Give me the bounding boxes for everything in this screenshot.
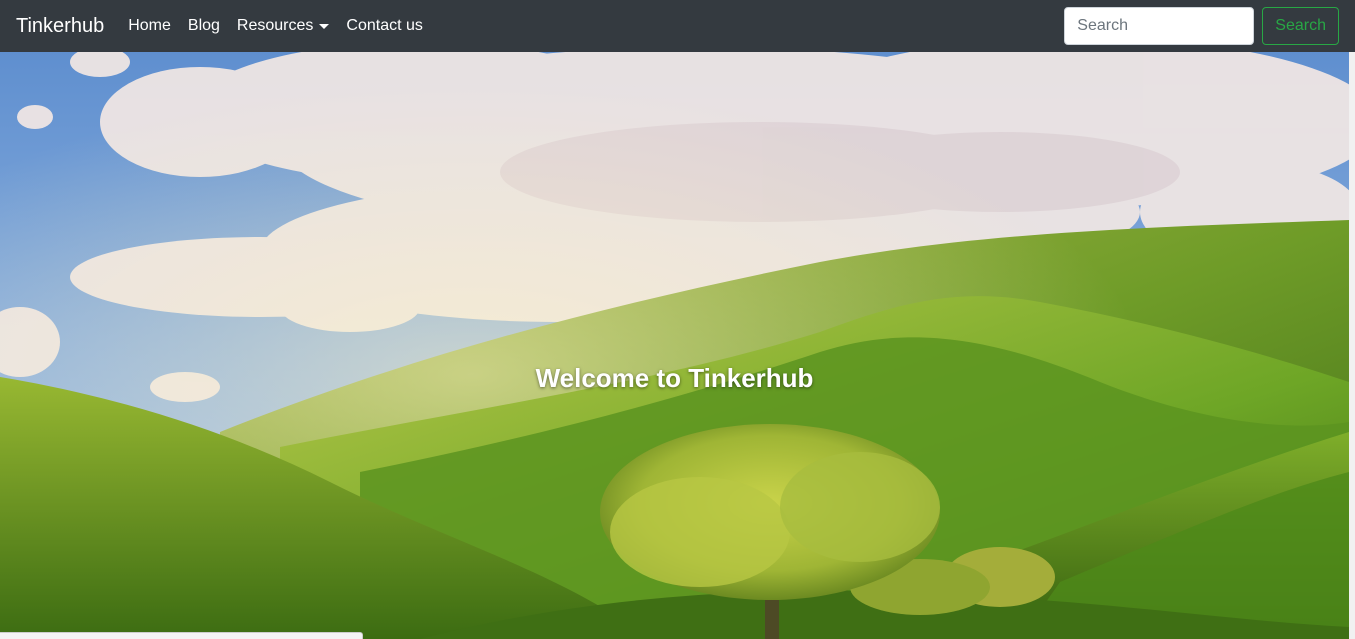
browser-status-bar — [0, 632, 363, 639]
hero-banner: Welcome to Tinkerhub — [0, 52, 1349, 639]
hero-title: Welcome to Tinkerhub — [535, 363, 814, 394]
nav-contact[interactable]: Contact us — [346, 17, 422, 35]
nav-home[interactable]: Home — [128, 17, 171, 35]
navbar: Tinkerhub Home Blog Resources Contact us… — [0, 0, 1355, 52]
vertical-scrollbar[interactable] — [1349, 52, 1355, 639]
nav-resources-label: Resources — [236, 17, 314, 34]
nav-resources-dropdown[interactable]: Resources — [236, 17, 330, 35]
search-button[interactable]: Search — [1262, 7, 1339, 45]
chevron-down-icon — [319, 23, 330, 29]
brand-logo[interactable]: Tinkerhub — [16, 15, 104, 38]
hero-background-image — [0, 52, 1349, 639]
nav-blog[interactable]: Blog — [188, 17, 220, 35]
search-input[interactable] — [1064, 7, 1255, 45]
